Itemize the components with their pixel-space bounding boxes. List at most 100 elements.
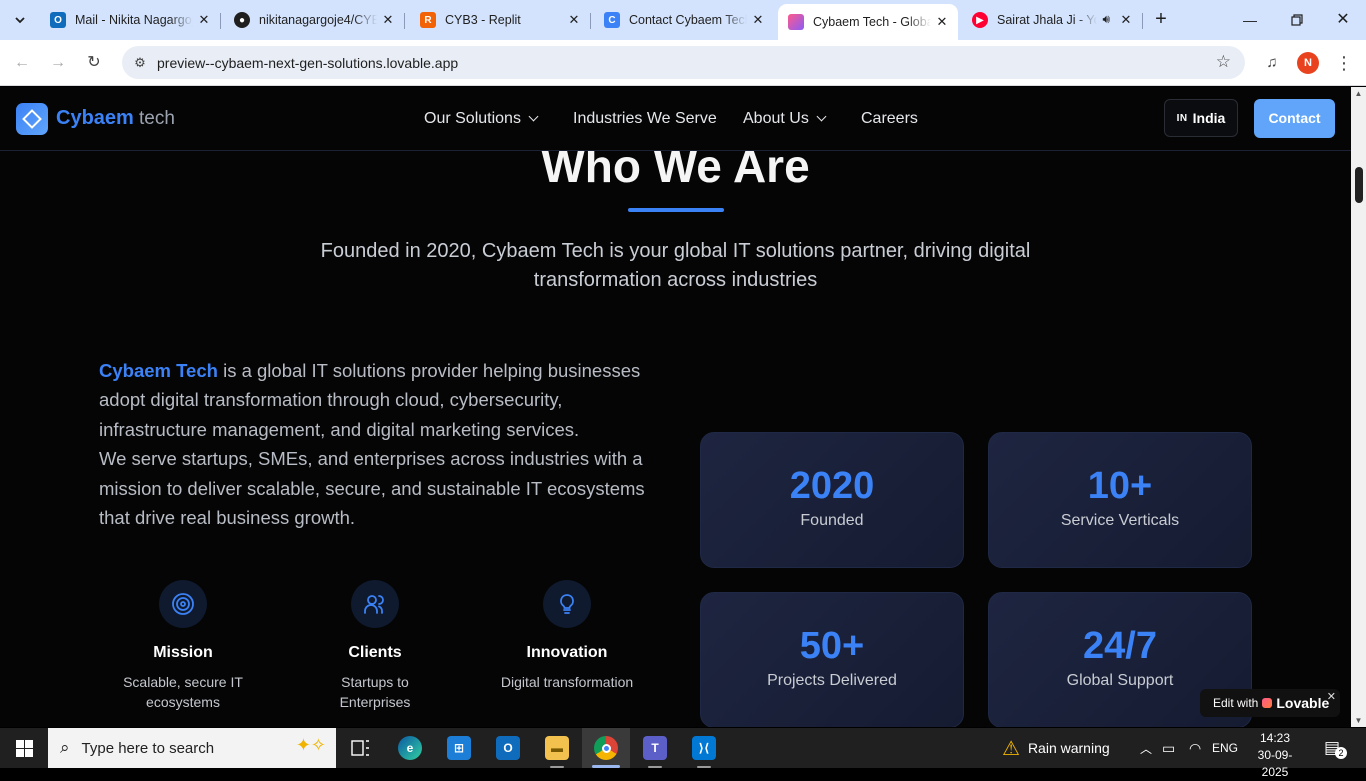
back-button[interactable]: ←	[10, 51, 34, 75]
scroll-up-arrow[interactable]: ▲	[1354, 89, 1363, 98]
nav-about-us[interactable]: About Us	[743, 110, 827, 128]
tab-title: CYB3 - Replit	[445, 13, 521, 27]
stat-card-projects: 50+ Projects Delivered	[700, 592, 964, 727]
close-icon[interactable]: ✕	[380, 12, 396, 28]
warning-icon: ⚠	[1002, 737, 1020, 760]
tray-overflow-chevron[interactable]: ︿	[1140, 728, 1152, 768]
clock-date: 30-09-2025	[1257, 748, 1293, 779]
chrome-icon	[594, 736, 618, 760]
feature-title: Clients	[348, 644, 402, 661]
minimize-button[interactable]: —	[1238, 8, 1262, 32]
tab-search-button[interactable]	[8, 8, 32, 32]
taskbar-vscode[interactable]: ⟩⟨	[680, 728, 728, 768]
logo-subtext[interactable]: tech	[139, 108, 175, 130]
battery-icon[interactable]: ▭	[1162, 728, 1175, 768]
tab-contact[interactable]: C Contact Cybaem Tech ✕	[594, 4, 774, 36]
youtube-icon: ▶	[972, 12, 988, 28]
scrollbar-thumb[interactable]	[1355, 167, 1363, 203]
close-icon[interactable]: ✕	[1327, 690, 1336, 703]
bookmark-star-icon[interactable]: ☆	[1216, 52, 1231, 72]
tab-title: Contact Cybaem Tech	[629, 13, 747, 27]
task-view-button[interactable]	[337, 728, 385, 768]
stat-card-founded: 2020 Founded	[700, 432, 964, 568]
close-window-button[interactable]: ✕	[1331, 8, 1355, 32]
close-icon[interactable]: ✕	[934, 14, 950, 30]
taskbar-teams[interactable]: T	[631, 728, 679, 768]
logo-icon[interactable]	[16, 103, 48, 135]
region-selector[interactable]: IN India	[1164, 99, 1238, 137]
nav-our-solutions[interactable]: Our Solutions	[424, 110, 539, 128]
feature-desc: Digital transformation	[500, 674, 634, 690]
reload-button[interactable]: ↻	[82, 51, 106, 75]
address-bar[interactable]: ⚙ preview--cybaem-next-gen-solutions.lov…	[122, 46, 1245, 79]
system-clock[interactable]: 14:23 30-09-2025	[1246, 730, 1304, 781]
menu-kebab-icon[interactable]: ⋮	[1332, 51, 1356, 75]
edit-with-lovable-badge[interactable]: Edit with Lovable ✕	[1200, 689, 1340, 717]
tab-github[interactable]: ● nikitanagargoje4/CYB3 ✕	[224, 4, 405, 36]
taskbar-edge[interactable]: e	[386, 728, 434, 768]
chevron-down-icon	[528, 111, 539, 122]
stat-label: Founded	[800, 512, 864, 529]
taskbar-explorer[interactable]: ▬	[533, 728, 581, 768]
language-indicator[interactable]: ENG	[1212, 728, 1238, 768]
restore-button[interactable]	[1285, 8, 1309, 32]
page-scrollbar[interactable]: ▲ ▼	[1351, 87, 1366, 727]
chevron-down-icon	[15, 17, 25, 24]
forward-button[interactable]: →	[46, 51, 70, 75]
lovable-heart-icon	[1262, 698, 1273, 708]
site-navbar: Cybaem tech Our Solutions Industries We …	[0, 87, 1351, 151]
taskbar-search[interactable]: ⌕ Type here to search ✦✧	[48, 728, 336, 768]
outlook-icon: O	[50, 12, 66, 28]
lovable-heart-icon	[788, 14, 804, 30]
close-icon[interactable]: ✕	[750, 12, 766, 28]
feature-title: Mission	[153, 644, 213, 661]
new-tab-button[interactable]: +	[1150, 9, 1172, 31]
wifi-icon[interactable]: ◠	[1189, 728, 1201, 768]
stat-value: 50+	[799, 625, 865, 667]
close-icon[interactable]: ✕	[196, 12, 212, 28]
browser-toolbar: ← → ↻ ⚙ preview--cybaem-next-gen-solutio…	[0, 40, 1366, 86]
about-paragraph: Cybaem Tech is a global IT solutions pro…	[99, 356, 669, 532]
tab-title: nikitanagargoje4/CYB3	[259, 13, 377, 27]
nav-label: Careers	[861, 110, 918, 127]
profile-avatar[interactable]: N	[1297, 52, 1319, 74]
folder-icon: ▬	[545, 736, 569, 760]
feature-title: Innovation	[526, 644, 608, 661]
media-control-icon[interactable]: ♫	[1260, 51, 1284, 75]
tab-replit[interactable]: R CYB3 - Replit ✕	[410, 4, 591, 36]
nav-careers[interactable]: Careers	[861, 110, 918, 128]
scroll-down-arrow[interactable]: ▼	[1354, 716, 1363, 725]
tab-youtube[interactable]: ▶ Sairat Jhala Ji - YouTube 🔊︎ ✕	[962, 4, 1143, 36]
search-placeholder: Type here to search	[81, 739, 215, 757]
logo-text[interactable]: Cybaem	[56, 107, 134, 130]
tab-cybaem-active[interactable]: Cybaem Tech - Global ✕	[778, 4, 958, 40]
site-info-icon[interactable]: ⚙	[129, 52, 151, 74]
notification-center[interactable]: ▤ 2	[1324, 728, 1348, 768]
taskbar-chrome[interactable]	[582, 728, 630, 768]
feature-clients: Clients Startups to Enterprises	[280, 580, 470, 712]
browser-tab-strip: O Mail - Nikita Nagargoje ✕ ● nikitanaga…	[0, 0, 1366, 40]
badge-brand: Lovable	[1276, 695, 1330, 711]
speaker-icon[interactable]: 🔊︎	[1102, 12, 1110, 27]
url-text[interactable]: preview--cybaem-next-gen-solutions.lovab…	[157, 55, 458, 71]
vscode-icon: ⟩⟨	[692, 736, 716, 760]
taskbar-store[interactable]: ⊞	[435, 728, 483, 768]
taskbar-outlook[interactable]: O	[484, 728, 532, 768]
para-text-2: We serve startups, SMEs, and enterprises…	[99, 448, 645, 529]
replit-icon: R	[420, 12, 436, 28]
weather-widget[interactable]: ⚠ Rain warning	[1002, 728, 1110, 768]
start-button[interactable]	[0, 728, 48, 768]
tab-title: Sairat Jhala Ji - YouTube	[997, 13, 1097, 27]
badge-prefix: Edit with	[1213, 696, 1259, 710]
stat-value: 24/7	[1083, 625, 1157, 667]
contact-button[interactable]: Contact	[1254, 99, 1335, 138]
edge-icon: e	[398, 736, 422, 760]
tab-mail[interactable]: O Mail - Nikita Nagargoje ✕	[40, 4, 221, 36]
nav-label: Industries We Serve	[573, 110, 717, 127]
close-icon[interactable]: ✕	[566, 12, 582, 28]
close-icon[interactable]: ✕	[1118, 12, 1134, 28]
search-icon: ⌕	[60, 738, 70, 757]
nav-industries[interactable]: Industries We Serve	[573, 110, 717, 128]
lightbulb-icon	[543, 580, 591, 628]
title-underline	[628, 208, 724, 212]
